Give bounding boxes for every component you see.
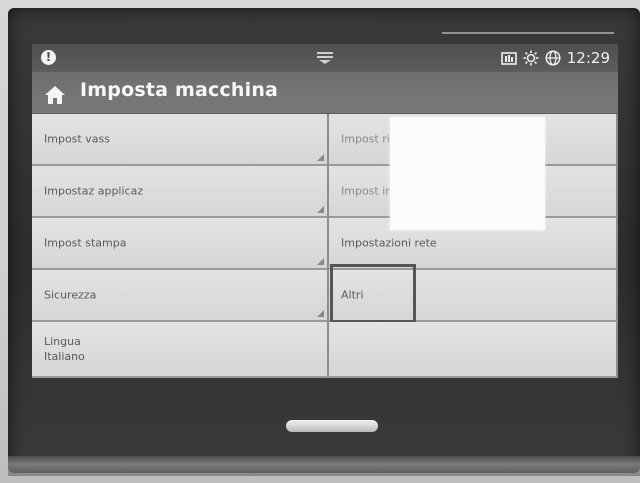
clock: 12:29 <box>566 49 610 67</box>
menu-item-label: Lingua <box>44 335 81 348</box>
title-bar: Imposta macchina <box>32 72 618 114</box>
menu-item-value: Italiano <box>44 350 85 363</box>
menu-item-impostaz-applicaz[interactable]: Impostaz applicaz <box>32 166 329 218</box>
notification-pulldown-icon[interactable] <box>315 51 335 65</box>
menu-item-label: Impost vass <box>44 132 110 146</box>
info-alert-icon[interactable]: ! <box>41 50 56 65</box>
corner-indicator <box>317 258 324 265</box>
bezel-edge <box>8 456 640 476</box>
hardware-home-button[interactable] <box>286 420 378 432</box>
corner-indicator <box>317 154 324 161</box>
page-title: Imposta macchina <box>80 79 279 101</box>
menu-item-label: Impost stampa <box>44 236 127 250</box>
menu-item-impost-stampa[interactable]: Impost stampa <box>32 218 329 270</box>
corner-indicator <box>317 310 324 317</box>
menu-item-label: Sicurezza <box>44 288 97 302</box>
menu-item-sicurezza[interactable]: Sicurezza <box>32 270 329 322</box>
status-icons: 12:29 <box>500 49 610 67</box>
sleep-brightness-icon <box>523 50 539 66</box>
home-icon[interactable] <box>44 84 66 106</box>
menu-item-lingua[interactable]: Lingua Italiano <box>32 322 329 378</box>
menu-item-label: Impostazioni rete <box>341 236 437 250</box>
toner-icon <box>500 52 517 65</box>
status-bar: ! 12:29 <box>32 44 618 72</box>
bezel-highlight <box>442 32 614 34</box>
empty-cell <box>329 322 618 378</box>
selection-highlight <box>330 264 416 323</box>
corner-indicator <box>317 206 324 213</box>
redaction-patch <box>390 117 545 230</box>
menu-item-label-group: Lingua Italiano <box>44 334 85 364</box>
menu-item-impost-vass[interactable]: Impost vass <box>32 114 329 166</box>
network-globe-icon <box>545 50 561 66</box>
menu-item-label: Impostaz applicaz <box>44 184 144 198</box>
